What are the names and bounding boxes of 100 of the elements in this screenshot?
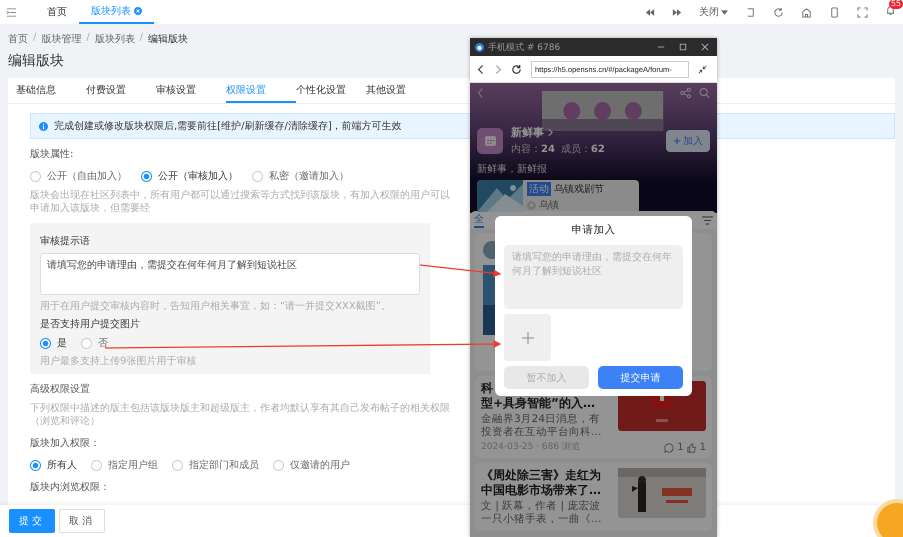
maximize-icon[interactable]	[679, 43, 687, 51]
radio-icon[interactable]	[273, 460, 284, 470]
forum-name[interactable]: 新鲜事	[511, 125, 544, 140]
option-label: 否	[98, 337, 108, 350]
chevron-right-icon[interactable]	[548, 128, 553, 137]
refresh-icon[interactable]	[773, 6, 784, 18]
article-summary: 金融界3月24日消息，有投资者在互动平台向科…	[481, 413, 602, 439]
collapse-icon[interactable]	[698, 64, 707, 74]
settings-tab[interactable]: 其他设置	[366, 78, 436, 103]
radio-icon[interactable]	[252, 170, 263, 182]
option-label: 指定部门和成员	[189, 458, 259, 472]
search-icon[interactable]	[698, 87, 710, 99]
field-description: 版块会出现在社区列表中，所有用户都可以通过搜索等方式找到该版块，有加入权限的用户可以申请加入该版块，但需要经	[30, 189, 451, 215]
forum-icon	[477, 128, 503, 154]
radio-icon[interactable]	[81, 338, 92, 348]
settings-tab[interactable]: 基础信息	[16, 78, 86, 103]
settings-tab[interactable]: 权限设置	[226, 78, 296, 103]
event-card[interactable]: 活动 乌镇戏剧节 乌镇	[477, 180, 639, 214]
plus-icon	[522, 332, 534, 344]
option-label: 公开（审核加入）	[158, 170, 238, 183]
breadcrumb-separator: /	[33, 32, 36, 45]
breadcrumb-separator: /	[86, 32, 90, 45]
field-label: 版块内浏览权限：	[30, 480, 110, 494]
thumbs-up-icon[interactable]	[686, 442, 697, 452]
radio-icon[interactable]	[30, 460, 41, 470]
event-tag: 活动	[527, 182, 551, 196]
radio-option[interactable]: 是	[40, 336, 67, 350]
radio-icon[interactable]	[40, 338, 51, 348]
article-title: 中国电影市场带来了…	[481, 483, 601, 498]
share-icon[interactable]	[680, 87, 691, 99]
option-label: 指定用户组	[108, 458, 158, 472]
event-title: 乌镇戏剧节	[554, 182, 604, 196]
radio-option[interactable]: 指定部门和成员	[172, 458, 259, 472]
option-label: 私密（邀请加入）	[269, 170, 349, 183]
fullscreen-icon[interactable]	[857, 6, 868, 18]
reload-icon[interactable]	[511, 64, 522, 74]
comment-icon[interactable]	[664, 442, 674, 452]
radio-icon[interactable]	[141, 170, 152, 182]
bell-icon[interactable]	[885, 5, 896, 16]
field-label: 是否支持用户提交图片	[40, 318, 140, 331]
settings-tab[interactable]: 审核设置	[156, 78, 226, 103]
forward-icon[interactable]	[494, 64, 502, 74]
info-icon	[39, 122, 48, 130]
field-label: 版块属性:	[30, 148, 74, 161]
radio-icon[interactable]	[30, 170, 41, 182]
submit-button[interactable]: 提交	[9, 509, 55, 533]
prompt-textarea[interactable]: 请填写您的申请理由，需提交在何年何月了解到短说社区	[40, 253, 420, 295]
field-hint: 用户最多支持上传9张图片用于审核	[40, 354, 196, 368]
breadcrumb-item: 编辑版块	[148, 32, 188, 46]
close-icon[interactable]	[134, 7, 142, 15]
rewind-icon[interactable]	[645, 8, 655, 16]
back-icon[interactable]	[477, 64, 485, 74]
radio-option[interactable]: 所有人	[30, 458, 77, 472]
breadcrumb-separator: /	[140, 32, 144, 45]
radio-option[interactable]: 公开（审核加入）	[141, 169, 238, 183]
menu-icon[interactable]	[6, 6, 17, 18]
event-place: 乌镇	[539, 198, 559, 212]
breadcrumb-item[interactable]: 版块管理	[41, 32, 82, 46]
apply-button[interactable]: 提交申请	[598, 366, 683, 389]
like-count: 1	[700, 442, 706, 453]
mobile-icon[interactable]	[829, 6, 840, 18]
settings-tab[interactable]: 个性化设置	[296, 78, 366, 103]
option-label: 公开（自由加入）	[47, 170, 127, 183]
radio-icon[interactable]	[172, 460, 183, 470]
notification-count: 55	[888, 0, 903, 9]
forum-slogan: 新鲜事，新鲜报	[477, 162, 548, 176]
field-label: 审核提示语	[40, 234, 90, 248]
window-title: 手机模式 # 6786	[488, 42, 560, 54]
radio-icon[interactable]	[91, 460, 102, 470]
plus-icon	[673, 136, 681, 144]
comment-count: 1	[677, 442, 684, 453]
breadcrumb-item[interactable]: 版块列表	[94, 32, 135, 46]
radio-option[interactable]: 仅邀请的用户	[273, 458, 350, 472]
reason-field[interactable]: 请填写您的申请理由，需提交在何年何月了解到短说社区	[504, 245, 683, 309]
radio-option[interactable]: 指定用户组	[91, 458, 158, 472]
page-tab[interactable]: 首页	[35, 0, 79, 24]
article-summary: 文 | 跃幕，作者 | 庞宏波一只小猪手表，一曲《…	[481, 500, 602, 526]
filter-icon[interactable]	[702, 216, 713, 224]
close-icon[interactable]	[701, 43, 709, 51]
page-tab[interactable]: 版块列表	[79, 0, 154, 24]
settings-tab[interactable]: 付费设置	[86, 78, 156, 103]
breadcrumb-item[interactable]: 首页	[8, 32, 28, 46]
close-menu[interactable]: 关闭	[699, 5, 728, 19]
exit-icon[interactable]	[745, 6, 756, 18]
article-title: 型+具身智能”的入…	[481, 396, 595, 411]
cancel-button[interactable]: 取消	[59, 509, 105, 533]
caret-icon	[721, 10, 728, 14]
fast-forward-icon[interactable]	[672, 8, 682, 16]
radio-option[interactable]: 公开（自由加入）	[30, 169, 127, 183]
section-title: 高级权限设置	[30, 382, 90, 396]
building-icon[interactable]	[801, 6, 812, 18]
radio-option[interactable]: 私密（邀请加入）	[252, 169, 349, 183]
page-title: 编辑版块	[8, 52, 64, 70]
app-logo-icon	[475, 42, 484, 52]
option-label: 所有人	[47, 458, 77, 472]
field-hint: 用于在用户提交审核内容时，告知用户相关事宜，如：“请一并提交XXX截图”。	[40, 300, 391, 313]
radio-option[interactable]: 否	[81, 336, 108, 350]
forum-stat: 内容：24	[511, 142, 555, 156]
article-card[interactable]: 《周处除三害》走红为 中国电影市场带来了… 文 | 跃幕，作者 | 庞宏波一只小猪手表，一曲《…	[475, 463, 712, 531]
article-title: 《周处除三害》走红为	[481, 468, 601, 483]
